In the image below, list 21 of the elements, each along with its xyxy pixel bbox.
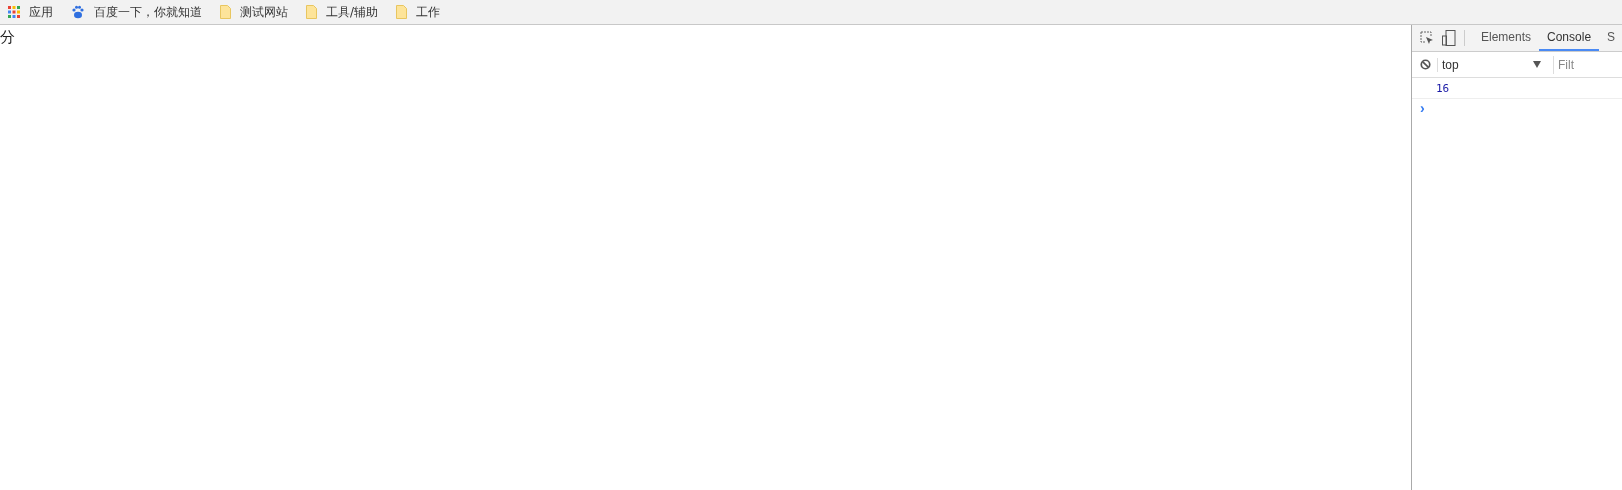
log-value: 16 (1436, 81, 1450, 95)
bookmark-link[interactable]: 工具/辅助 (326, 3, 379, 21)
device-icon[interactable] (1442, 30, 1456, 46)
context-select[interactable]: top (1437, 57, 1547, 72)
bookmark-link[interactable]: 工作 (416, 3, 441, 21)
folder-icon (220, 5, 231, 19)
console-prompt[interactable]: › (1412, 100, 1425, 116)
bookmark-link[interactable]: 测试网站 (240, 3, 288, 21)
page-text: 分 (0, 27, 15, 47)
bookmark-link[interactable]: 百度一下，你就知道 (94, 3, 202, 21)
clear-icon[interactable] (1420, 58, 1431, 71)
devtools-tab[interactable]: Console (1539, 25, 1600, 51)
bookmark-link[interactable]: 应用 (29, 3, 53, 21)
paw-icon (71, 5, 85, 19)
apps-grid-icon (8, 6, 20, 18)
inspect-icon[interactable] (1420, 31, 1434, 45)
folder-icon (306, 5, 317, 19)
devtools-tab[interactable]: S (1599, 25, 1622, 51)
devtools-tab[interactable]: Elements (1473, 25, 1540, 51)
dropdown-caret-icon (1533, 61, 1541, 68)
folder-icon (396, 5, 408, 19)
